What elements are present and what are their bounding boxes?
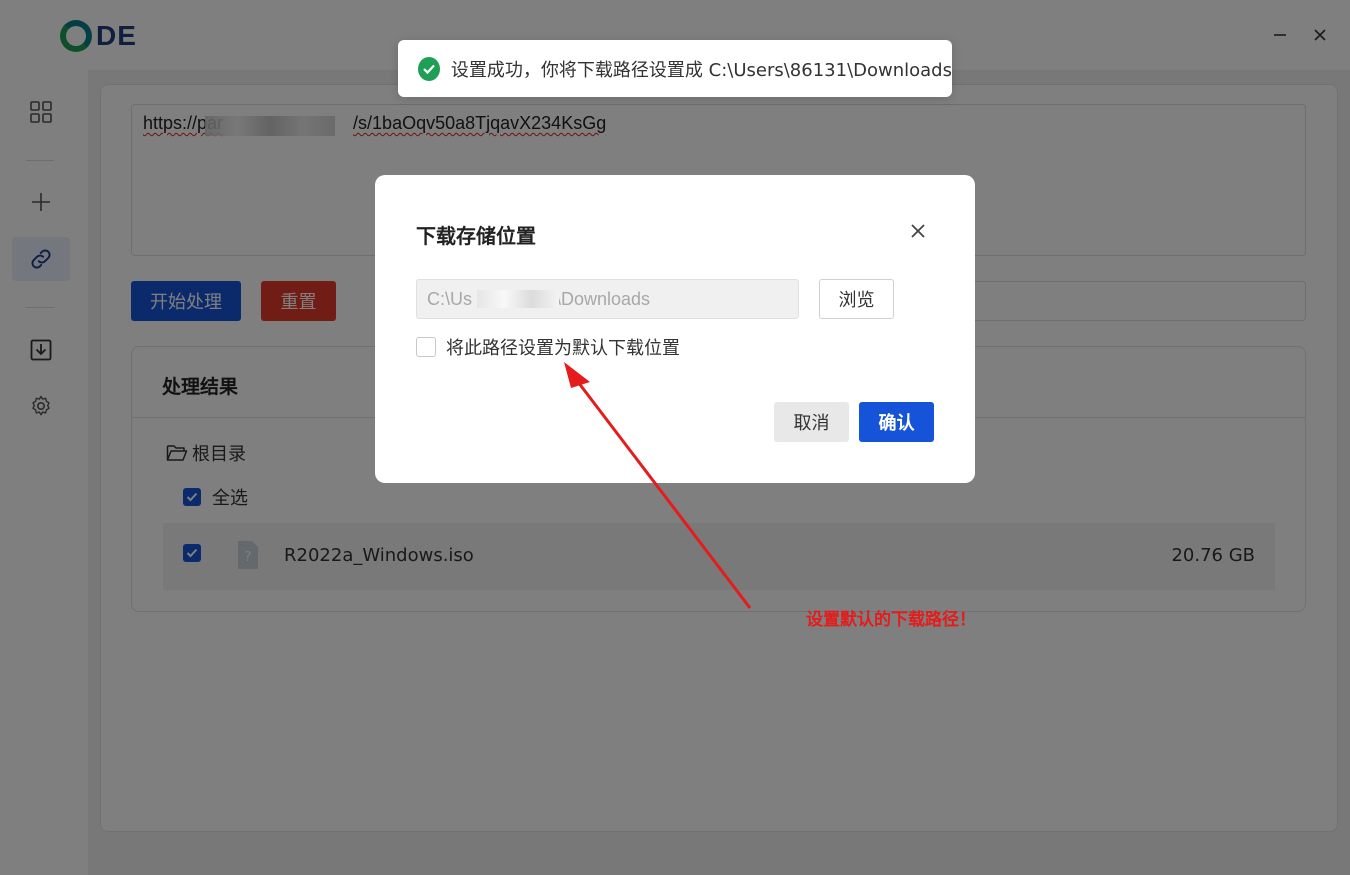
cancel-button[interactable]: 取消 xyxy=(774,402,849,442)
dialog-close-button[interactable] xyxy=(905,218,931,244)
default-path-checkbox[interactable] xyxy=(416,337,436,357)
default-path-label: 将此路径设置为默认下载位置 xyxy=(446,338,680,359)
redacted-blur xyxy=(477,290,559,308)
close-icon xyxy=(911,224,925,238)
toast-message: 设置成功，你将下载路径设置成 C:\Users\86131\Downloads xyxy=(450,59,952,81)
success-toast: 设置成功，你将下载路径设置成 C:\Users\86131\Downloads xyxy=(398,40,952,97)
path-prefix: C:\Us xyxy=(427,288,472,309)
default-path-option[interactable]: 将此路径设置为默认下载位置 xyxy=(416,334,680,360)
confirm-button[interactable]: 确认 xyxy=(859,402,934,442)
download-path-input[interactable]: C:\Us \Downloads xyxy=(416,279,799,319)
browse-button[interactable]: 浏览 xyxy=(819,279,894,319)
dialog-title: 下载存储位置 xyxy=(416,224,536,248)
check-circle-icon xyxy=(418,56,440,81)
annotation-text: 设置默认的下载路径！ xyxy=(806,610,976,630)
path-suffix: \Downloads xyxy=(556,288,651,309)
